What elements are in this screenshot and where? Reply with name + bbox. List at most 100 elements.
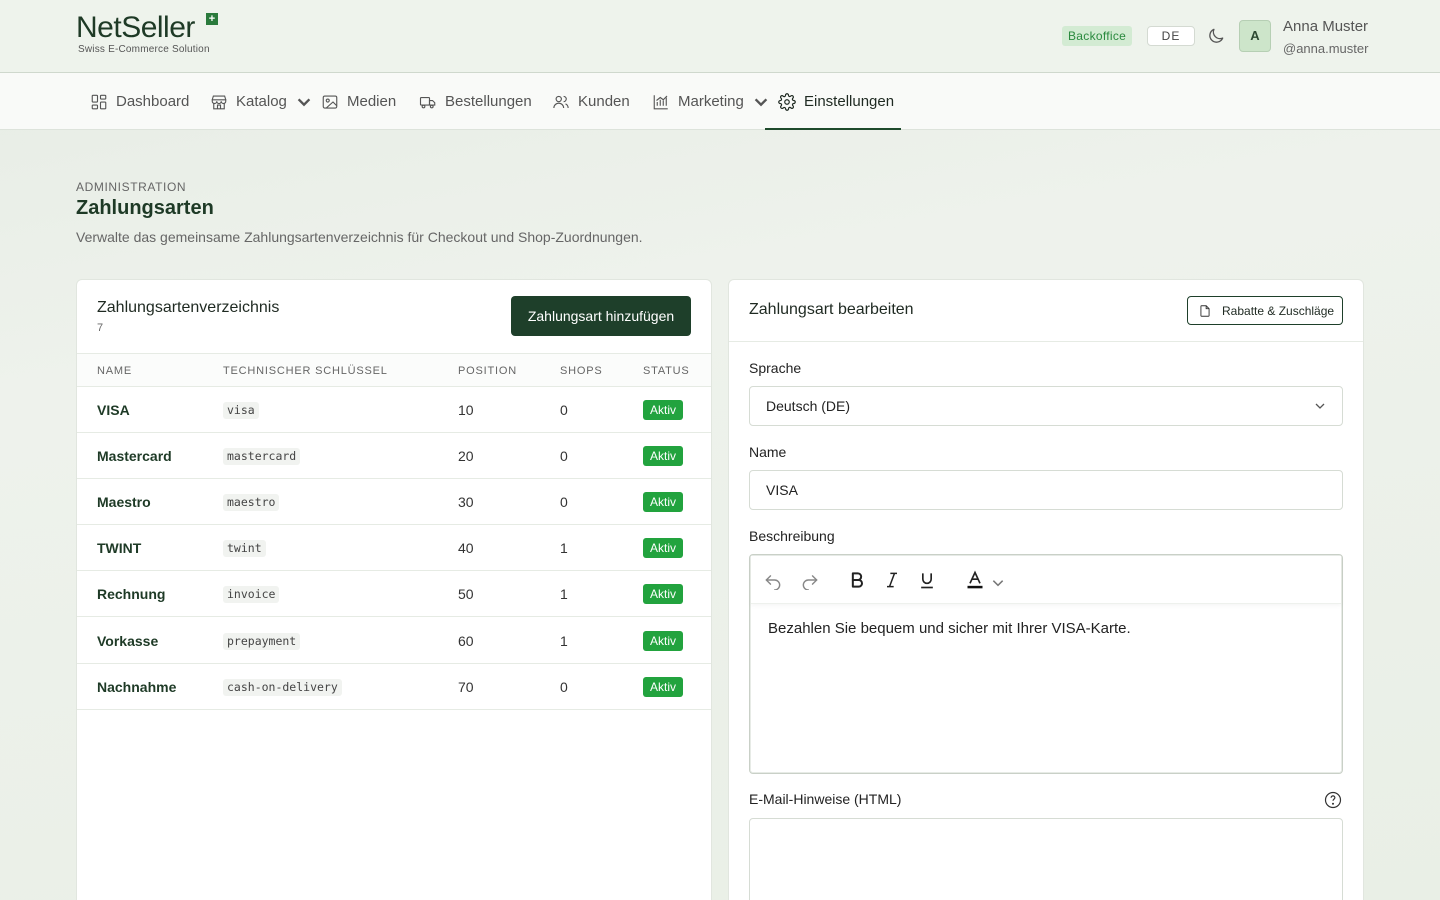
text-color-icon[interactable] [965,570,985,590]
underline-icon[interactable] [917,570,937,590]
payment-name[interactable]: Mastercard [97,433,172,479]
table-row[interactable]: TWINT twint 40 1 Aktiv [77,525,711,571]
active-tab-indicator [765,128,901,130]
shops-count: 1 [560,540,568,556]
panel-header: Zahlungsart bearbeiten Rabatte & Zuschlä… [729,280,1363,342]
status-badge: Aktiv [643,492,684,512]
language-select[interactable]: Deutsch (DE) [749,386,1343,426]
technical-key: visa [223,402,259,419]
position-value: 70 [458,679,474,695]
plus-icon: + [206,13,218,25]
column-header-position[interactable]: POSITION [458,365,517,377]
redo-icon[interactable] [800,570,820,590]
column-header-shops[interactable]: SHOPS [560,365,603,377]
technical-key: twint [223,540,266,557]
name-label: Name [749,444,787,460]
nav-label: Dashboard [116,93,190,110]
technical-key: invoice [223,586,280,603]
technical-key: maestro [223,494,280,511]
language-label: Sprache [749,360,802,376]
payment-methods-list-panel: Zahlungsartenverzeichnis 7 Zahlungsart h… [76,279,712,900]
add-payment-method-button[interactable]: Zahlungsart hinzufügen [511,296,691,336]
description-editor[interactable]: Bezahlen Sie bequem und sicher mit Ihrer… [749,554,1343,774]
table-row[interactable]: Mastercard mastercard 20 0 Aktiv [77,433,711,479]
chevron-down-icon[interactable] [991,573,1005,593]
payment-name[interactable]: Maestro [97,479,151,525]
nav-item-einstellungen[interactable]: Einstellungen [778,73,894,130]
table-row[interactable]: Vorkasse prepayment 60 1 Aktiv [77,618,711,664]
shops-count: 1 [560,633,568,649]
panel-title: Zahlungsartenverzeichnis [97,299,280,316]
column-header-status[interactable]: STATUS [643,365,690,377]
status-badge: Aktiv [643,538,684,558]
image-icon [322,94,338,109]
users-icon [553,95,569,108]
payment-name[interactable]: Nachnahme [97,664,176,710]
shops-count: 1 [560,586,568,602]
shops-count: 0 [560,494,568,510]
nav-item-marketing[interactable]: Marketing [652,73,770,130]
italic-icon[interactable] [882,570,902,590]
description-text: Bezahlen Sie bequem und sicher mit Ihrer… [768,620,1131,637]
gear-icon [778,92,796,111]
chevron-down-icon [297,97,311,106]
breadcrumb: ADMINISTRATION [76,180,187,194]
nav-label: Medien [347,93,397,110]
brand-tagline: Swiss E-Commerce Solution [78,44,210,55]
truck-icon [419,96,436,108]
table-row[interactable]: VISA visa 10 0 Aktiv [77,387,711,433]
language-select-value: Deutsch (DE) [766,398,851,414]
help-icon[interactable] [1324,791,1342,809]
chevron-down-icon [1315,403,1325,409]
shops-count: 0 [560,448,568,464]
column-header-key[interactable]: TECHNISCHER SCHLÜSSEL [223,365,388,377]
top-header: NetSeller + Swiss E-Commerce Solution Ba… [0,0,1440,73]
status-badge: Aktiv [643,677,684,697]
position-value: 40 [458,540,474,556]
nav-item-bestellungen[interactable]: Bestellungen [419,73,532,130]
document-icon [1200,304,1210,317]
user-handle: @anna.muster [1283,41,1369,56]
table-row[interactable]: Nachnahme cash-on-delivery 70 0 Aktiv [77,664,711,710]
brand-name-part2: Seller [121,11,195,44]
email-notes-field[interactable] [749,818,1343,900]
payment-name[interactable]: TWINT [97,525,141,571]
dashboard-icon [91,94,107,109]
user-name: Anna Muster [1283,18,1369,35]
payment-name[interactable]: Rechnung [97,571,165,617]
backoffice-badge: Backoffice [1062,26,1133,46]
chart-icon [653,94,668,109]
page-description: Verwalte das gemeinsame Zahlungsartenver… [76,229,643,245]
moon-icon[interactable] [1206,26,1226,46]
shops-count: 0 [560,402,568,418]
table-row[interactable]: Maestro maestro 30 0 Aktiv [77,479,711,525]
nav-label: Katalog [236,93,287,110]
name-field[interactable]: VISA [749,470,1343,510]
nav-item-kunden[interactable]: Kunden [552,73,630,130]
discounts-surcharges-button[interactable]: Rabatte & Zuschläge [1187,296,1343,325]
panel-title: Zahlungsart bearbeiten [749,301,914,318]
position-value: 10 [458,402,474,418]
nav-label: Bestellungen [445,93,532,110]
shops-count: 0 [560,679,568,695]
edit-payment-method-panel: Zahlungsart bearbeiten Rabatte & Zuschlä… [728,279,1364,900]
page-title: Zahlungsarten [76,197,214,219]
nav-item-dashboard[interactable]: Dashboard [90,73,189,130]
table-row[interactable]: Rechnung invoice 50 1 Aktiv [77,571,711,617]
brand-logo[interactable]: NetSeller + Swiss E-Commerce Solution [76,12,236,60]
column-header-name[interactable]: NAME [97,365,132,377]
avatar[interactable]: A [1239,20,1271,52]
nav-label: Marketing [678,93,744,110]
payment-name[interactable]: Vorkasse [97,618,158,664]
technical-key: cash-on-delivery [223,679,342,696]
language-switch-button[interactable]: DE [1147,26,1195,46]
nav-item-medien[interactable]: Medien [321,73,396,130]
nav-item-katalog[interactable]: Katalog [210,73,313,130]
undo-icon[interactable] [763,570,783,590]
bold-icon[interactable] [847,570,867,590]
main-navigation: Dashboard Katalog Medien Bestellungen Ku… [0,73,1440,130]
table-header: NAME TECHNISCHER SCHLÜSSEL POSITION SHOP… [77,353,711,387]
name-field-value: VISA [766,482,798,498]
payment-name[interactable]: VISA [97,387,130,433]
position-value: 50 [458,586,474,602]
